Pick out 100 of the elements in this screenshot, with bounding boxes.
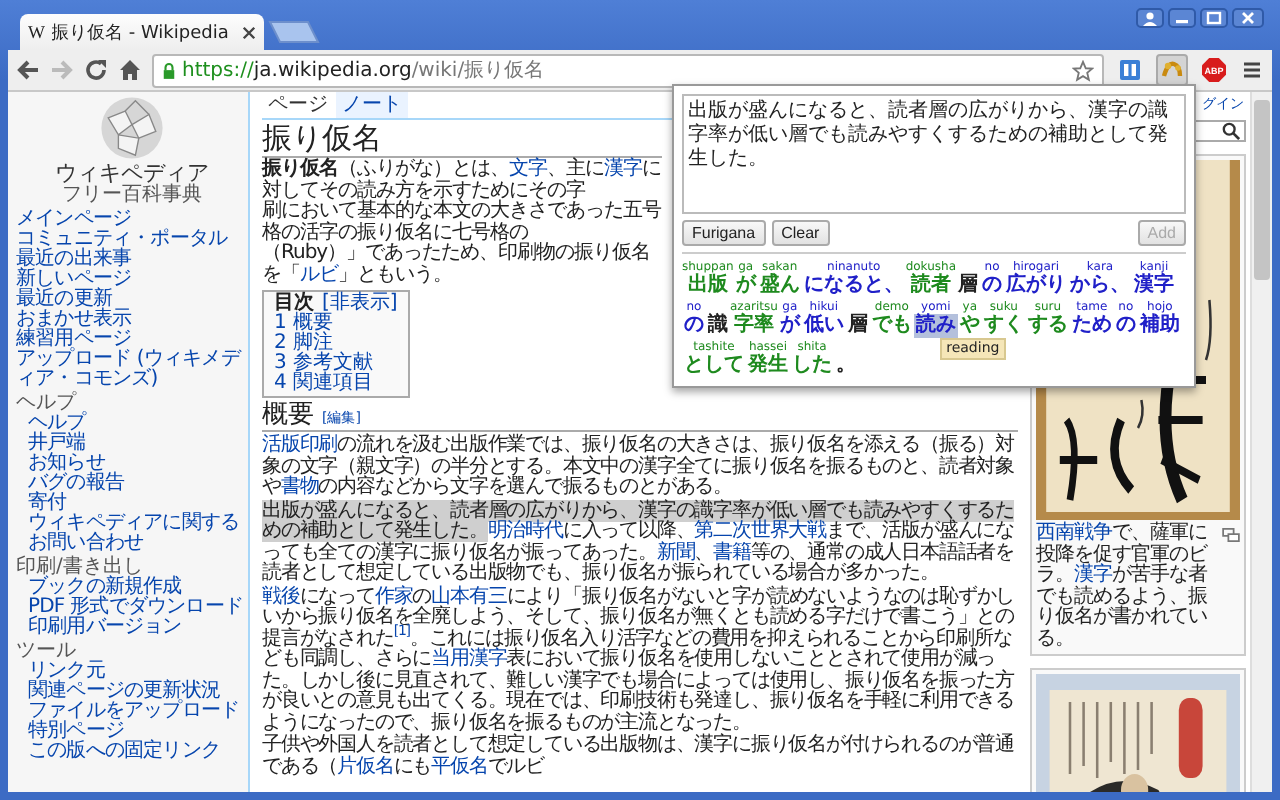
home-icon[interactable] <box>118 58 142 82</box>
sidebar-link[interactable]: 最近の更新 <box>16 290 113 310</box>
text-link[interactable]: 山本有三 <box>431 585 507 607</box>
maximize-button[interactable] <box>1200 8 1228 28</box>
text-link[interactable]: 漢字 <box>604 158 642 180</box>
scrollbar[interactable] <box>1250 92 1272 792</box>
annotated-word[interactable]: 層 <box>958 274 979 298</box>
text-link[interactable]: 活版印刷 <box>262 434 338 456</box>
text-link[interactable]: 当用漢字 <box>431 648 507 670</box>
annotated-word[interactable]: 発生 <box>748 354 788 378</box>
toc-link[interactable]: 2 脚注 <box>274 334 334 354</box>
annotated-word[interactable]: 層 <box>847 314 868 338</box>
annotated-word[interactable]: が <box>779 314 800 338</box>
annotated-word[interactable]: 盛ん <box>759 274 800 298</box>
sidebar-link[interactable]: 練習用ページ <box>16 330 132 350</box>
paragraph: 振り仮名（ふりがな）とは、文字、主に漢字に対してその読み方を示すためにその字 <box>262 160 662 201</box>
address-bar[interactable]: https://ja.wikipedia.org/wiki/振り仮名 <box>152 53 1104 87</box>
text-link[interactable]: 新聞 <box>656 541 695 563</box>
sidebar-heading: 印刷/書き出し <box>16 558 143 578</box>
sidebar-link[interactable]: この版への固定リンク <box>28 742 221 762</box>
figure-caption: 西南戦争で、薩軍に投降を促す官軍のビラ。漢字が苦手な者でも読めるよう、振り仮名が書かれている。 <box>1036 524 1210 650</box>
annotated-word[interactable]: 出版 <box>687 274 728 298</box>
sidebar-link[interactable]: バグの報告 <box>28 474 125 494</box>
profile-button[interactable] <box>1136 8 1164 28</box>
sidebar-link[interactable]: 特別ページ <box>28 722 125 742</box>
annotated-word[interactable]: 読み <box>915 314 956 338</box>
annotated-word[interactable]: 漢字 <box>1134 274 1175 298</box>
text-link[interactable]: 文字 <box>509 158 547 180</box>
sidebar-link[interactable]: PDF 形式でダウンロード <box>28 598 243 618</box>
annotated-word[interactable]: した <box>792 354 832 378</box>
extension-button[interactable] <box>1114 54 1146 86</box>
browser-tab[interactable]: W 振り仮名 - Wikipedia <box>20 14 264 50</box>
menu-icon[interactable] <box>1240 58 1264 82</box>
annotated-word[interactable]: すく <box>983 314 1024 338</box>
sidebar-link[interactable]: リンク元 <box>28 662 105 682</box>
text-link[interactable]: ルビ <box>300 263 338 285</box>
footnote-link[interactable]: [1] <box>393 622 410 639</box>
enlarge-icon[interactable] <box>1222 528 1240 542</box>
annotated-word[interactable]: ため <box>1071 314 1112 338</box>
star-icon[interactable] <box>1072 59 1094 81</box>
search-icon[interactable] <box>1222 122 1240 140</box>
sidebar-link[interactable]: アップロード (ウィキメディア・コモンズ) <box>16 350 240 390</box>
text-link[interactable]: 作家 <box>374 585 413 607</box>
annotated-word[interactable]: の <box>982 274 1003 298</box>
text-input[interactable]: 出版が盛んになると、読者層の広がりから、漢字の識字率が低い層でも読みやすくするための補助として発生した。 <box>682 94 1186 214</box>
annotated-word[interactable]: 低い <box>803 314 844 338</box>
new-tab-button[interactable] <box>268 20 320 44</box>
text-link[interactable]: 片仮名 <box>337 755 394 777</box>
annotated-word[interactable]: でも <box>871 314 912 338</box>
annotated-word[interactable]: 広がり <box>1006 274 1067 298</box>
sidebar-link[interactable]: 関連ページの更新状況 <box>28 682 221 702</box>
close-icon[interactable] <box>242 25 256 39</box>
page-tab[interactable]: ノート <box>336 92 408 118</box>
annotated-word[interactable]: 字率 <box>733 314 774 338</box>
reload-icon[interactable] <box>84 58 108 82</box>
text-link[interactable]: 第二次世界大戦 <box>694 520 827 542</box>
text-link[interactable]: 平仮名 <box>431 755 488 777</box>
toc-link[interactable]: 1 概要 <box>274 314 334 334</box>
annotated-word[interactable]: になると、 <box>803 274 904 298</box>
toc-link[interactable]: 3 参考文献 <box>274 354 374 374</box>
text-link[interactable]: 戦後 <box>262 585 300 607</box>
minimize-button[interactable] <box>1168 8 1196 28</box>
text-link[interactable]: 西南戦争 <box>1036 522 1112 544</box>
sidebar-link[interactable]: メインページ <box>16 210 132 230</box>
popup-button[interactable]: Clear <box>771 220 830 246</box>
lock-icon <box>162 61 176 79</box>
sidebar-link[interactable]: 井戸端 <box>28 434 86 454</box>
annotated-word[interactable]: や <box>959 314 980 338</box>
sidebar-link[interactable]: ブックの新規作成 <box>28 578 182 598</box>
sidebar-link[interactable]: 印刷用バージョン <box>28 618 182 638</box>
text-link[interactable]: 明治時代 <box>487 520 563 542</box>
annotated-word[interactable]: の <box>1115 314 1136 338</box>
back-icon[interactable] <box>16 58 40 82</box>
sidebar-link[interactable]: お知らせ <box>28 454 105 474</box>
text-link[interactable]: 漢字 <box>1074 564 1112 586</box>
hide-link[interactable]: [非表示] <box>322 294 398 314</box>
sidebar-link[interactable]: 寄付 <box>28 494 67 514</box>
annotated-word[interactable]: 識 <box>708 314 728 338</box>
annotated-word[interactable]: 補助 <box>1139 314 1180 338</box>
sidebar-link[interactable]: コミュニティ・ポータル <box>16 230 228 250</box>
toc-link[interactable]: 4 関連項目 <box>274 374 374 394</box>
sidebar-link[interactable]: ウィキペディアに関するお問い合わせ <box>28 514 248 554</box>
annotated-word[interactable]: が <box>735 274 756 298</box>
annotated-word[interactable]: する <box>1027 314 1068 338</box>
annotated-word[interactable]: の <box>684 314 704 338</box>
sidebar-link[interactable]: ファイルをアップロード <box>28 702 240 722</box>
site-subtitle: フリー百科事典 <box>62 186 202 206</box>
annotated-word[interactable]: 。 <box>836 354 856 378</box>
popup-button[interactable]: Furigana <box>682 220 766 246</box>
sidebar-link[interactable]: 最近の出来事 <box>16 250 132 270</box>
annotated-word[interactable]: から、 <box>1070 274 1131 298</box>
text-link[interactable]: 書物 <box>280 476 319 498</box>
toc-title: 目次 <box>274 294 314 314</box>
sidebar-link[interactable]: 新しいページ <box>16 270 132 290</box>
text-link[interactable]: 書籍 <box>713 541 751 563</box>
annotated-word[interactable]: 読者 <box>910 274 951 298</box>
sidebar-link[interactable]: ヘルプ <box>28 414 86 434</box>
annotated-word[interactable]: として <box>684 354 744 378</box>
close-button[interactable] <box>1232 8 1264 28</box>
sidebar-link[interactable]: おまかせ表示 <box>16 310 132 330</box>
